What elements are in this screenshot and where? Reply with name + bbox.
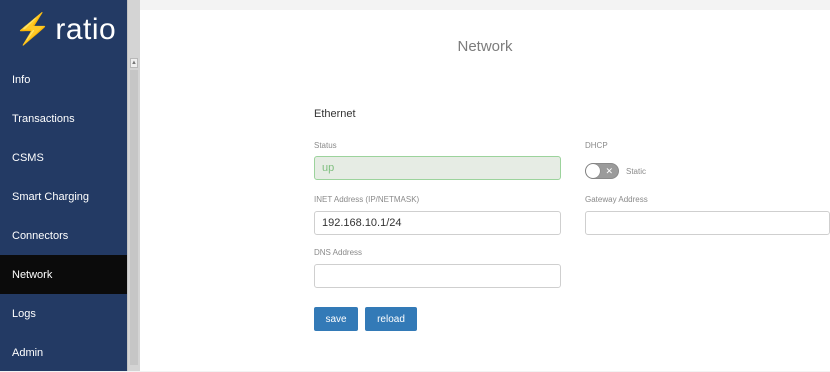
brand-logo[interactable]: ⚡ ratio [0,0,127,60]
sidebar-item-smart-charging[interactable]: Smart Charging [0,177,127,216]
reload-button[interactable]: reload [365,307,417,331]
inet-address-label: INET Address (IP/NETMASK) [314,195,420,204]
dhcp-toggle[interactable]: ✕ [585,163,619,179]
section-title-ethernet: Ethernet [314,108,356,120]
gateway-address-label: Gateway Address [585,195,648,204]
sidebar-item-label: Connectors [12,229,69,242]
sidebar-item-label: Logs [12,307,36,320]
sidebar-item-transactions[interactable]: Transactions [0,99,127,138]
sidebar-item-connectors[interactable]: Connectors [0,216,127,255]
status-field [314,156,561,180]
sidebar: ⚡ ratio Info Transactions CSMS Smart Cha… [0,0,127,371]
sidebar-item-network[interactable]: Network [0,255,127,294]
sidebar-item-label: Info [12,73,31,86]
sidebar-item-logs[interactable]: Logs [0,294,127,333]
dns-address-label: DNS Address [314,248,363,257]
sidebar-item-label: Smart Charging [12,190,90,203]
dns-address-input[interactable] [314,264,561,288]
scroll-up-arrow-icon[interactable]: ▲ [130,58,138,68]
sidebar-item-label: CSMS [12,151,44,164]
status-label: Status [314,141,337,150]
sidebar-scrollbar[interactable]: ▲ [127,0,140,371]
sidebar-item-label: Admin [12,346,44,359]
sidebar-item-info[interactable]: Info [0,60,127,99]
close-icon: ✕ [605,166,613,176]
sidebar-item-label: Transactions [12,112,75,125]
toggle-knob [586,164,600,178]
gateway-address-input[interactable] [585,211,830,235]
page-title: Network [457,38,513,55]
brand-name: ratio [55,13,117,46]
save-button[interactable]: save [314,307,358,331]
bolt-icon: ⚡ [14,13,52,46]
sidebar-item-admin[interactable]: Admin [0,333,127,372]
scrollbar-thumb[interactable] [130,70,138,365]
inet-address-input[interactable] [314,211,561,235]
dhcp-label: DHCP [585,141,608,150]
sidebar-nav: Info Transactions CSMS Smart Charging Co… [0,60,127,372]
dhcp-mode-label: Static [626,167,647,176]
sidebar-item-label: Network [12,268,53,281]
sidebar-item-csms[interactable]: CSMS [0,138,127,177]
main-panel: Network Ethernet Status DHCP ✕ Static IN… [140,10,830,371]
